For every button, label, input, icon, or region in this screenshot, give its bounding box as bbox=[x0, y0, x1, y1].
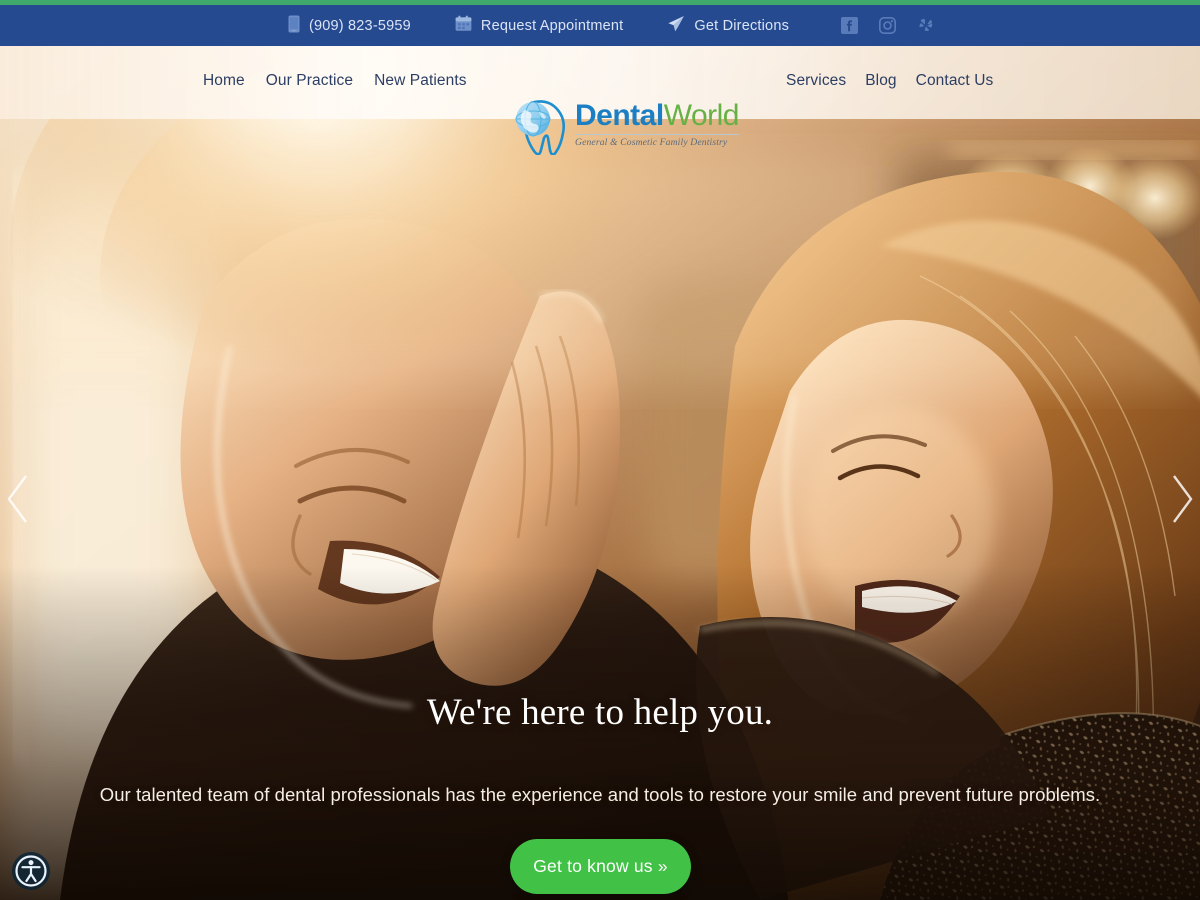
get-directions-label: Get Directions bbox=[694, 17, 790, 34]
nav-item-services[interactable]: Services bbox=[786, 72, 846, 90]
calendar-icon bbox=[455, 15, 472, 36]
utility-topbar: (909) 823-5959 Request Appointment Get D… bbox=[0, 5, 1200, 46]
hero-content: We're here to help you. Our talented tea… bbox=[0, 46, 1200, 900]
accessibility-icon bbox=[15, 855, 47, 887]
request-appointment-link[interactable]: Request Appointment bbox=[433, 15, 645, 36]
header-row: Home Our Practice New Patients DentalWor… bbox=[0, 46, 1200, 156]
get-to-know-us-button[interactable]: Get to know us » bbox=[510, 839, 691, 894]
instagram-icon[interactable] bbox=[879, 17, 897, 34]
get-directions-link[interactable]: Get Directions bbox=[645, 15, 811, 37]
mobile-phone-icon bbox=[288, 15, 300, 37]
page-root: We're here to help you. Our talented tea… bbox=[0, 0, 1200, 900]
utility-topbar-items: (909) 823-5959 Request Appointment Get D… bbox=[266, 15, 934, 37]
primary-nav-left: Home Our Practice New Patients bbox=[203, 72, 467, 90]
request-appointment-label: Request Appointment bbox=[480, 17, 624, 34]
yelp-icon[interactable] bbox=[917, 17, 934, 34]
hero-section: We're here to help you. Our talented tea… bbox=[0, 46, 1200, 900]
nav-item-contact-us[interactable]: Contact Us bbox=[916, 72, 994, 90]
site-header: Home Our Practice New Patients DentalWor… bbox=[0, 46, 1200, 156]
nav-item-new-patients[interactable]: New Patients bbox=[374, 72, 467, 90]
phone-number-label: (909) 823-5959 bbox=[308, 17, 411, 34]
site-logo[interactable]: DentalWorld General & Cosmetic Family De… bbox=[511, 96, 747, 156]
hero-title: We're here to help you. bbox=[426, 692, 774, 733]
accessibility-widget-button[interactable] bbox=[12, 852, 50, 890]
logo-name-secondary: World bbox=[663, 98, 740, 132]
carousel-next-button[interactable] bbox=[1164, 471, 1198, 527]
paper-plane-icon bbox=[667, 15, 685, 37]
nav-item-home[interactable]: Home bbox=[203, 72, 245, 90]
facebook-icon[interactable] bbox=[841, 17, 859, 34]
primary-nav-right: Services Blog Contact Us bbox=[786, 72, 993, 90]
logo-name-primary: Dental bbox=[575, 98, 664, 132]
nav-item-our-practice[interactable]: Our Practice bbox=[266, 72, 353, 90]
phone-link[interactable]: (909) 823-5959 bbox=[266, 15, 433, 37]
logo-wordmark: DentalWorld General & Cosmetic Family De… bbox=[575, 98, 740, 148]
hero-subtitle: Our talented team of dental professional… bbox=[99, 784, 1101, 805]
globe-tooth-icon bbox=[511, 97, 573, 156]
social-links bbox=[841, 17, 934, 34]
carousel-prev-button[interactable] bbox=[2, 471, 36, 527]
nav-item-blog[interactable]: Blog bbox=[865, 72, 896, 90]
logo-tagline: General & Cosmetic Family Dentistry bbox=[575, 133, 739, 148]
